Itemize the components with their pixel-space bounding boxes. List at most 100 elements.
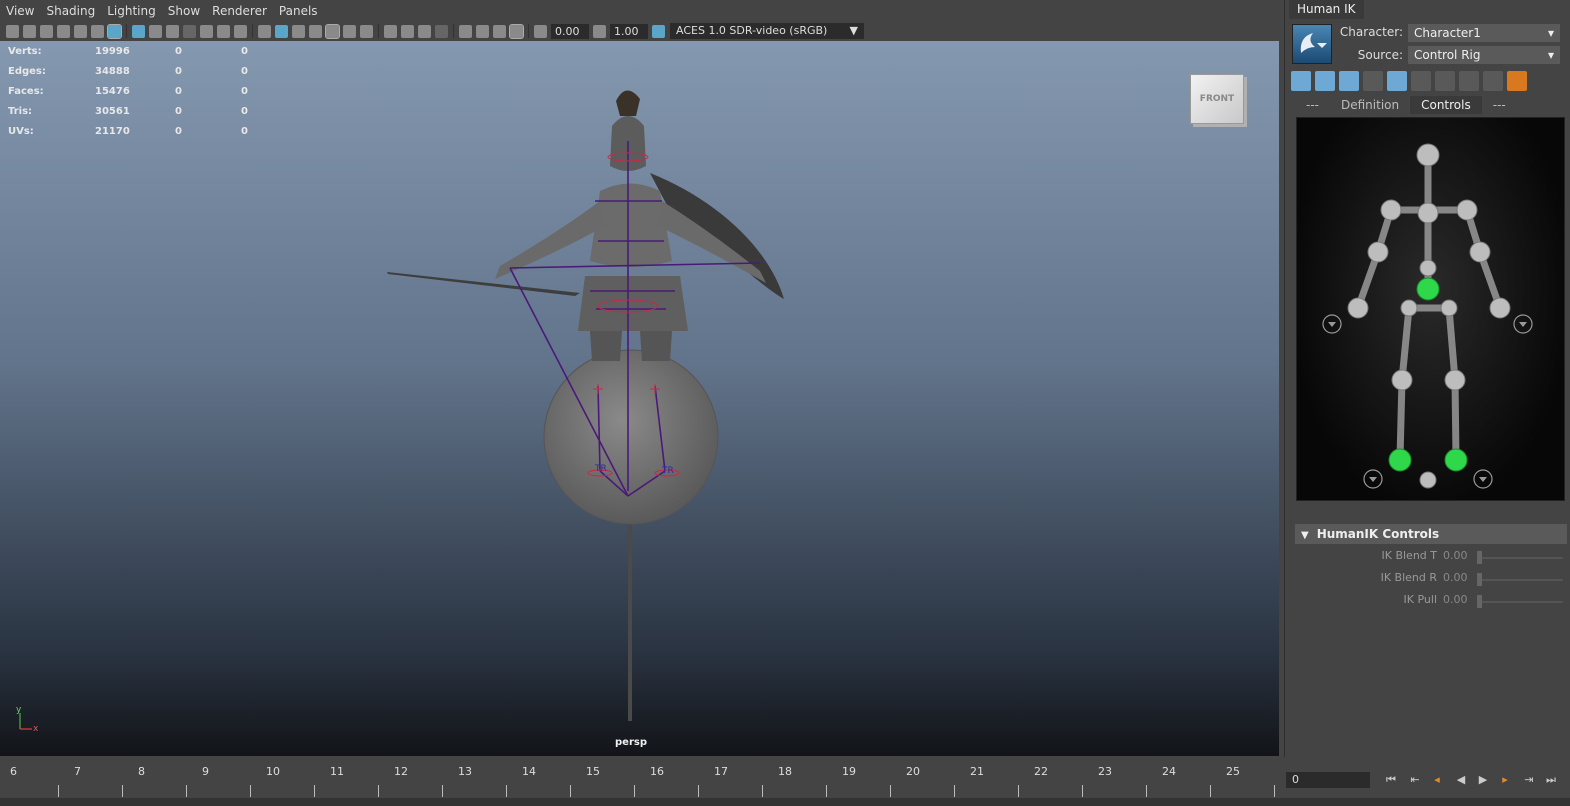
tab-controls[interactable]: Controls	[1410, 96, 1482, 114]
smooth-shade-icon[interactable]	[275, 24, 288, 38]
menu-renderer[interactable]: Renderer	[206, 4, 273, 18]
character-dropdown[interactable]: Character1 ▾	[1408, 24, 1560, 42]
character-stance-icon[interactable]	[1507, 71, 1527, 91]
time-ruler-tick	[122, 785, 123, 797]
tab-definition[interactable]: Definition	[1330, 96, 1410, 114]
menu-panels[interactable]: Panels	[273, 4, 324, 18]
bookmarks-icon[interactable]	[40, 24, 53, 38]
define-skeleton-icon[interactable]	[1315, 71, 1335, 91]
time-ruler-label: 24	[1162, 765, 1176, 778]
time-ruler-label: 12	[394, 765, 408, 778]
grease-pencil-icon[interactable]	[91, 24, 104, 38]
time-ruler[interactable]: 6 7 8 9 10 11 12 13 14 15 16 17 18 19 20 21 22 23 24 25	[0, 763, 1282, 797]
pin-rotation-icon[interactable]	[1459, 71, 1479, 91]
release-pinning-icon[interactable]	[1483, 71, 1503, 91]
go-to-start-icon[interactable]: ⏮	[1382, 772, 1400, 788]
menu-shading[interactable]: Shading	[40, 4, 101, 18]
ik-blend-t-handle[interactable]	[1477, 551, 1482, 564]
menu-show[interactable]: Show	[162, 4, 206, 18]
humanik-controls-title: HumanIK Controls	[1316, 527, 1440, 541]
wireframe-icon[interactable]	[258, 24, 271, 38]
grease-pencil-active-icon[interactable]	[107, 23, 122, 39]
human-ik-tab[interactable]: Human IK	[1289, 0, 1364, 19]
menu-view[interactable]: View	[0, 4, 40, 18]
time-slider[interactable]: 6 7 8 9 10 11 12 13 14 15 16 17 18 19 20 21 22 23 24 25	[0, 757, 1282, 798]
lights-icon[interactable]	[343, 24, 356, 38]
warrior-model[interactable]: TR TR	[0, 41, 1279, 756]
create-skeleton-icon[interactable]	[1291, 71, 1311, 91]
source-dropdown[interactable]: Control Rig ▾	[1408, 46, 1560, 64]
panel-toolbar: 0.00 1.00 ACES 1.0 SDR-video (sRGB) ▼	[0, 21, 1280, 41]
camera-name-label: persp	[615, 737, 647, 748]
isolate-select-icon[interactable]	[459, 24, 472, 38]
rig-left-foot-selected	[1388, 448, 1412, 472]
xray-icon[interactable]	[325, 23, 340, 39]
rig-left-knee	[1391, 369, 1413, 391]
selection-icon[interactable]	[1411, 71, 1431, 91]
time-ruler-label: 9	[202, 765, 209, 778]
playback-controls: 0 ⏮ ⇤ ◂ ◀ ▶ ▸ ⇥ ⏭	[1282, 757, 1570, 798]
motion-blur-icon[interactable]	[401, 24, 414, 38]
exposure-field[interactable]: 0.00	[551, 23, 589, 39]
time-ruler-label: 19	[842, 765, 856, 778]
step-forward-frame-icon[interactable]: ▸	[1496, 772, 1514, 788]
gamma-icon[interactable]	[593, 24, 606, 38]
camera-attributes-icon[interactable]	[23, 24, 36, 38]
human-ik-tabs: --- Definition Controls ---	[1295, 96, 1565, 114]
time-ruler-label: 18	[778, 765, 792, 778]
default-material-icon[interactable]	[292, 24, 305, 38]
multisample-aa-icon[interactable]	[418, 24, 431, 38]
ik-blend-r-track[interactable]	[1477, 579, 1563, 581]
current-frame-field[interactable]: 0	[1286, 772, 1370, 788]
view-transform-dropdown[interactable]: ACES 1.0 SDR-video (sRGB) ▼	[670, 23, 864, 39]
field-chart-icon[interactable]	[200, 24, 213, 38]
rig-chest	[1417, 202, 1439, 224]
safe-title-icon[interactable]	[234, 24, 247, 38]
ik-blend-t-track[interactable]	[1477, 557, 1563, 559]
grid-icon[interactable]	[132, 24, 145, 38]
step-back-key-icon[interactable]: ⇤	[1406, 772, 1424, 788]
select-camera-icon[interactable]	[6, 24, 19, 38]
screen-space-ao-icon[interactable]	[384, 24, 397, 38]
color-management-icon[interactable]	[652, 24, 665, 38]
humanik-controls-header[interactable]: ▼ HumanIK Controls	[1295, 524, 1567, 544]
play-backward-icon[interactable]: ◀	[1452, 772, 1470, 788]
image-plane-icon[interactable]	[57, 24, 70, 38]
control-rig-figure	[1296, 117, 1565, 501]
exposure-icon[interactable]	[534, 24, 547, 38]
wireframe-on-shaded-icon[interactable]	[309, 24, 322, 38]
step-back-frame-icon[interactable]: ◂	[1428, 772, 1446, 788]
xray-active-components-icon[interactable]	[493, 24, 506, 38]
body-part-icon[interactable]	[1387, 71, 1407, 91]
character-value: Character1	[1414, 26, 1481, 40]
ik-blend-t-value[interactable]: 0.00	[1443, 549, 1468, 562]
ik-blend-r-value[interactable]: 0.00	[1443, 571, 1468, 584]
panel-menubar: View Shading Lighting Show Renderer Pane…	[0, 0, 1280, 21]
xray-bones-icon[interactable]	[509, 23, 524, 39]
ik-pull-handle[interactable]	[1477, 595, 1482, 608]
control-rig-diagram	[1322, 143, 1533, 489]
play-forward-icon[interactable]: ▶	[1474, 772, 1492, 788]
menu-lighting[interactable]: Lighting	[101, 4, 162, 18]
pin-translation-icon[interactable]	[1435, 71, 1455, 91]
gamma-field[interactable]: 1.00	[610, 23, 648, 39]
full-body-icon[interactable]	[1363, 71, 1383, 91]
tab-left-more[interactable]: ---	[1295, 96, 1330, 114]
human-ik-logo-button[interactable]	[1292, 24, 1332, 64]
create-control-rig-icon[interactable]	[1339, 71, 1359, 91]
shadows-icon[interactable]	[360, 24, 373, 38]
safe-action-icon[interactable]	[217, 24, 230, 38]
go-to-end-icon[interactable]: ⏭	[1542, 772, 1560, 788]
xray-joints-icon[interactable]	[476, 24, 489, 38]
gate-mask-icon[interactable]	[183, 24, 196, 38]
viewport-3d[interactable]: Verts: 19996 0 0 Edges: 34888 0 0 Faces: 15476 0…	[0, 41, 1279, 756]
ik-blend-r-handle[interactable]	[1477, 573, 1482, 586]
2d-pan-zoom-icon[interactable]	[74, 24, 87, 38]
ik-pull-track[interactable]	[1477, 601, 1563, 603]
ik-pull-value[interactable]: 0.00	[1443, 593, 1468, 606]
depth-of-field-icon[interactable]	[435, 24, 448, 38]
tab-right-more[interactable]: ---	[1482, 96, 1517, 114]
film-gate-icon[interactable]	[149, 24, 162, 38]
step-forward-key-icon[interactable]: ⇥	[1520, 772, 1538, 788]
resolution-gate-icon[interactable]	[166, 24, 179, 38]
